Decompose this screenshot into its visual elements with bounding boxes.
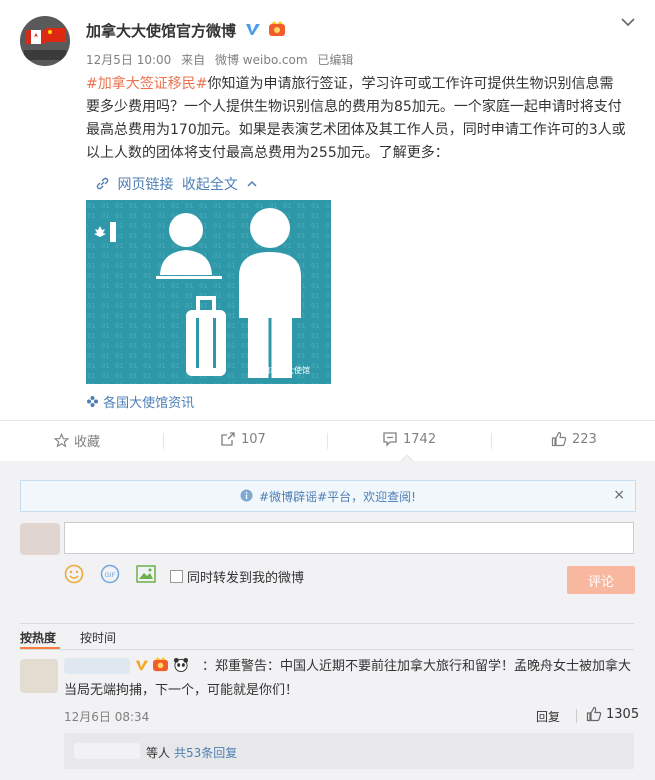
sub-replies-summary: 等人 共53条回复 [146, 744, 237, 761]
flower-icon [86, 396, 103, 411]
repost-count: 107 [241, 431, 266, 447]
sort-by-hot-tab[interactable]: 按热度 [20, 629, 56, 646]
author-avatar[interactable] [20, 16, 70, 66]
favorite-label: 收藏 [74, 435, 101, 450]
view-replies-link[interactable]: 共53条回复 [174, 746, 237, 760]
comment-like-count: 1305 [606, 706, 640, 722]
commenter-badges [135, 657, 190, 672]
notice-tag[interactable]: #微博辟谣# [259, 488, 327, 505]
vip-badge-icon[interactable] [152, 657, 169, 672]
vip-badge-icon[interactable] [268, 21, 286, 37]
action-bar: 收藏 107 1742 223 [0, 420, 655, 462]
chevron-down-icon[interactable] [620, 14, 636, 30]
image-watermark: @加拿大大使馆 [254, 366, 310, 375]
divider [20, 623, 634, 624]
author-name[interactable]: 加拿大大使馆官方微博 [86, 20, 236, 41]
commenter-avatar[interactable] [20, 659, 58, 693]
submit-comment-button[interactable]: 评论 [567, 566, 635, 594]
comment-button[interactable]: 1742 [382, 431, 436, 447]
notice-text: 平台，欢迎查阅! [327, 489, 416, 504]
post-body: #加拿大签证移民#你知道为申请旅行签证，学习许可或工作许可提供生物识别信息需要多… [86, 73, 626, 165]
close-notice-button[interactable]: × [613, 487, 625, 503]
panda-icon [173, 657, 189, 672]
gif-icon[interactable]: GIF [100, 564, 120, 588]
thumbs-up-icon [586, 706, 602, 722]
info-icon [240, 489, 253, 503]
star-icon [54, 433, 69, 448]
repost-button[interactable]: 107 [220, 431, 266, 447]
collapse-link[interactable]: 收起全文 [182, 177, 238, 193]
source-prefix: 来自 [181, 53, 206, 67]
topic-source-link[interactable]: 各国大使馆资讯 [103, 396, 194, 411]
favorite-button[interactable]: 收藏 [54, 431, 100, 450]
my-avatar [20, 523, 60, 555]
verified-yellow-icon [135, 660, 149, 670]
notice-banner: #微博辟谣# 平台，欢迎查阅! × [20, 480, 636, 512]
divider [576, 709, 577, 723]
repost-checkbox[interactable] [170, 569, 183, 583]
divider [163, 433, 164, 449]
post-source[interactable]: 微博 weibo.com [215, 53, 308, 67]
commenter-name[interactable] [64, 658, 130, 674]
divider [20, 649, 634, 650]
comment-count: 1742 [403, 431, 437, 447]
topic-source: 各国大使馆资讯 [86, 392, 194, 411]
gif-label: GIF [105, 571, 116, 579]
link-row: 网页链接 收起全文 [96, 174, 262, 194]
sort-by-time-tab[interactable]: 按时间 [80, 629, 116, 646]
post-date[interactable]: 12月5日 10:00 [86, 53, 171, 67]
comment-input[interactable] [64, 522, 634, 554]
like-button[interactable]: 223 [551, 431, 597, 447]
comment-icon [383, 432, 397, 447]
comment-like-button[interactable]: 1305 [586, 706, 639, 722]
edited-label[interactable]: 已编辑 [317, 53, 353, 67]
verified-icon [246, 24, 260, 35]
sub-replies-prefix: 等人 [146, 746, 171, 760]
collapse-up-icon[interactable] [246, 177, 258, 193]
emoji-icon[interactable] [64, 564, 84, 588]
biometrics-illustration: 01 [86, 200, 331, 384]
reply-button[interactable]: 回复 [536, 708, 560, 725]
flags-icon [20, 16, 70, 66]
web-link[interactable]: 网页链接 [117, 177, 173, 193]
divider [327, 433, 328, 449]
post-meta: 12月5日 10:00 来自 微博 weibo.com 已编辑 [86, 51, 359, 68]
comment-time: 12月6日 08:34 [64, 710, 150, 724]
image-upload-icon[interactable] [136, 565, 156, 587]
repost-checkbox-label: 同时转发到我的微博 [187, 570, 305, 586]
thumbs-up-icon [551, 431, 567, 447]
like-count: 223 [572, 431, 597, 447]
active-sort-indicator [20, 647, 60, 649]
divider [491, 433, 492, 449]
repost-icon [221, 432, 235, 446]
post-image[interactable]: 01 @加拿大大使馆 [86, 200, 331, 384]
sub-reply-user[interactable] [74, 743, 140, 759]
hashtag-link[interactable]: #加拿大签证移民# [86, 76, 207, 92]
comment-tools: GIF 同时转发到我的微博 [64, 564, 304, 588]
link-icon [96, 177, 113, 193]
